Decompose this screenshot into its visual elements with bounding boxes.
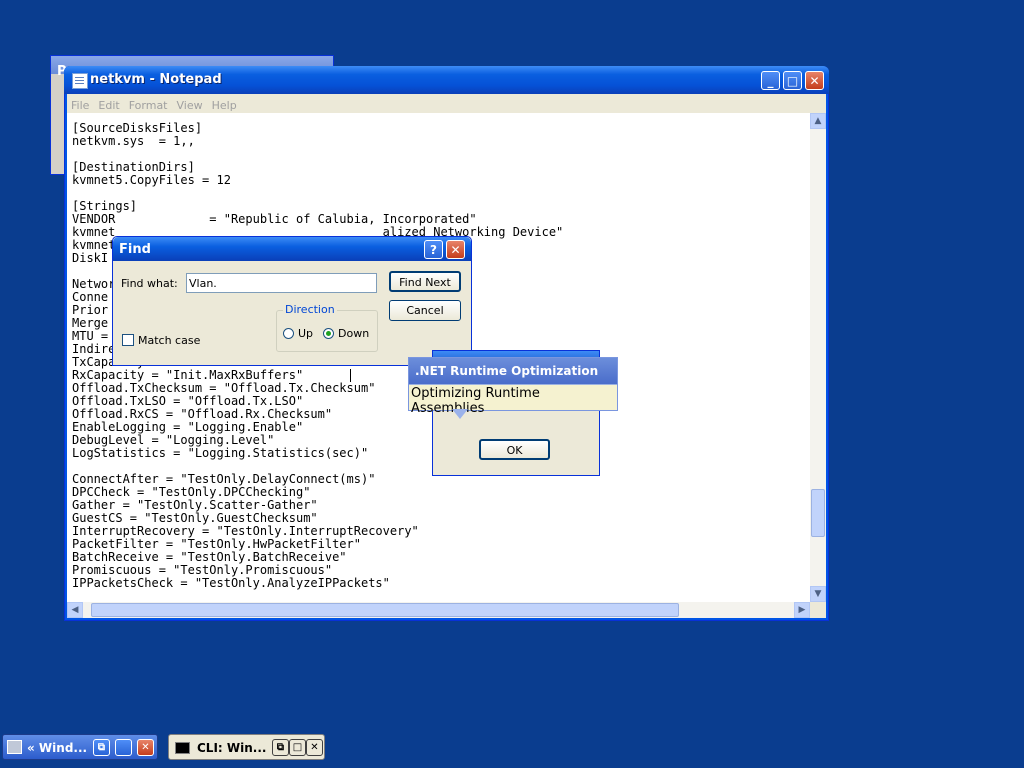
vertical-scroll-thumb[interactable] [811,489,825,537]
runtime-optimization-tooltip[interactable]: .NET Runtime Optimization Optimizing Run… [408,357,618,416]
window-icon [7,740,22,754]
text-cursor-icon [350,369,351,382]
scroll-left-button[interactable]: ◀ [67,602,83,618]
taskbar-maximize-button[interactable] [115,739,132,756]
menu-bar: File Edit Format View Help [67,94,826,113]
vertical-scrollbar[interactable]: ▲ ▼ [810,113,826,602]
find-what-input[interactable] [186,273,377,293]
down-label[interactable]: Down [338,327,369,340]
tooltip-text: Optimizing Runtime Assemblies [411,386,540,416]
up-radio[interactable] [283,328,294,339]
notepad-titlebar[interactable]: netkvm - Notepad _ □ ✕ [64,66,829,94]
taskbar-restore-button[interactable]: ⧉ [93,739,110,756]
minimize-button[interactable]: _ [761,71,780,90]
taskbar-label-windows: « Wind... [27,741,88,755]
direction-label: Direction [283,303,337,316]
up-label[interactable]: Up [298,327,313,340]
find-close-button[interactable]: ✕ [446,240,465,259]
console-icon [175,742,190,754]
scroll-up-button[interactable]: ▲ [810,113,826,129]
taskbar-button-windows[interactable]: « Wind... ⧉ ✕ [2,734,158,760]
scroll-down-button[interactable]: ▼ [810,586,826,602]
direction-group: Direction Up Down [276,303,378,352]
menu-edit[interactable]: Edit [94,96,124,112]
notepad-icon [72,73,88,89]
menu-file[interactable]: File [67,96,94,112]
cancel-button[interactable]: Cancel [389,300,461,321]
notepad-title: netkvm - Notepad [90,72,222,87]
find-what-label: Find what: [121,277,178,290]
menu-format[interactable]: Format [125,96,173,112]
cli-close-button[interactable]: ✕ [306,739,323,756]
horizontal-scrollbar[interactable]: ◀ ▶ [67,602,810,618]
close-button[interactable]: ✕ [805,71,824,90]
taskbar-button-cli[interactable]: CLI: Win... ⧉ □ ✕ [168,734,325,760]
match-case-checkbox[interactable] [122,334,134,346]
taskbar-close-button[interactable]: ✕ [137,739,154,756]
menu-help[interactable]: Help [208,96,242,112]
maximize-button[interactable]: □ [783,71,802,90]
tooltip-tail [452,409,468,419]
help-button[interactable]: ? [424,240,443,259]
find-title: Find [119,242,151,257]
match-case-label[interactable]: Match case [138,334,200,347]
find-titlebar[interactable]: Find ? ✕ [113,237,471,261]
cli-maximize-button[interactable]: □ [289,739,306,756]
tooltip-title: .NET Runtime Optimization [409,358,617,384]
size-grip[interactable] [810,602,826,618]
ok-button[interactable]: OK [479,439,550,460]
menu-view[interactable]: View [173,96,208,112]
scroll-right-button[interactable]: ▶ [794,602,810,618]
horizontal-scroll-thumb[interactable] [91,603,679,617]
taskbar-label-cli: CLI: Win... [197,741,267,755]
down-radio[interactable] [323,328,334,339]
cli-restore-button[interactable]: ⧉ [272,739,289,756]
find-next-button[interactable]: Find Next [389,271,461,292]
find-dialog: Find ? ✕ Find what: Find Next Cancel Dir… [112,236,472,366]
